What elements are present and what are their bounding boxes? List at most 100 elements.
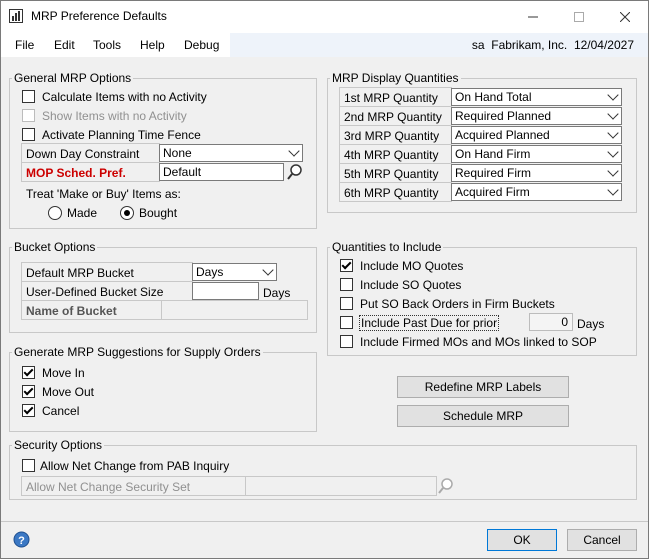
so-quotes-label: Include SO Quotes bbox=[360, 278, 462, 292]
calc-no-activity-label: Calculate Items with no Activity bbox=[42, 90, 207, 104]
display-row-value: On Hand Firm bbox=[455, 147, 531, 161]
general-options-legend: General MRP Options bbox=[14, 71, 132, 85]
ok-button[interactable]: OK bbox=[487, 529, 557, 551]
minimize-icon bbox=[528, 16, 538, 18]
schedule-mrp-button[interactable]: Schedule MRP bbox=[397, 405, 569, 427]
past-due-unit: Days bbox=[577, 317, 605, 331]
lookup-icon[interactable] bbox=[437, 477, 454, 495]
cancel-checkbox[interactable] bbox=[22, 404, 35, 417]
ok-button-label: OK bbox=[513, 533, 531, 547]
firmed-mos-label: Include Firmed MOs and MOs linked to SOP bbox=[360, 335, 597, 349]
window-title: MRP Preference Defaults bbox=[31, 9, 167, 23]
show-no-activity-checkbox[interactable] bbox=[22, 109, 35, 122]
default-bucket-label: Default MRP Bucket bbox=[26, 266, 134, 280]
menu-file[interactable]: File bbox=[15, 38, 34, 52]
display-row-select[interactable]: On Hand Total bbox=[451, 88, 622, 106]
display-row-select[interactable]: Required Planned bbox=[451, 107, 622, 125]
display-row-select[interactable]: Acquired Firm bbox=[451, 183, 622, 201]
bucket-size-unit: Days bbox=[263, 286, 291, 300]
bucket-name-input[interactable] bbox=[161, 300, 308, 320]
menu-help[interactable]: Help bbox=[140, 38, 165, 52]
mrp-preference-window: MRP Preference Defaults File Edit Tools … bbox=[0, 0, 649, 559]
bucket-size-input[interactable] bbox=[192, 282, 259, 300]
chevron-down-icon bbox=[607, 165, 619, 177]
so-quotes-checkbox[interactable] bbox=[340, 278, 353, 291]
display-row-value: Acquired Firm bbox=[455, 185, 530, 199]
bucket-size-label: User-Defined Bucket Size bbox=[26, 285, 164, 299]
menu-edit[interactable]: Edit bbox=[54, 38, 75, 52]
redefine-labels-button[interactable]: Redefine MRP Labels bbox=[397, 376, 569, 398]
firmed-mos-checkbox[interactable] bbox=[340, 335, 353, 348]
display-row-select[interactable]: Required Firm bbox=[451, 164, 622, 182]
down-day-label: Down Day Constraint bbox=[26, 147, 140, 161]
planning-fence-checkbox[interactable] bbox=[22, 128, 35, 141]
calc-no-activity-checkbox[interactable] bbox=[22, 90, 35, 103]
svg-text:?: ? bbox=[18, 535, 25, 547]
chevron-down-icon bbox=[262, 264, 274, 276]
default-bucket-select[interactable]: Days bbox=[192, 263, 277, 281]
chevron-down-icon bbox=[607, 146, 619, 158]
down-day-select[interactable]: None bbox=[159, 144, 303, 162]
lookup-icon[interactable] bbox=[286, 163, 304, 181]
maximize-button[interactable] bbox=[556, 1, 602, 33]
past-due-label: Include Past Due for prior bbox=[359, 315, 500, 331]
close-icon bbox=[620, 12, 630, 22]
move-in-checkbox[interactable] bbox=[22, 366, 35, 379]
allow-net-change-label: Allow Net Change from PAB Inquiry bbox=[40, 459, 230, 473]
display-row-label: 1st MRP Quantity bbox=[344, 91, 438, 105]
suggestions-legend: Generate MRP Suggestions for Supply Orde… bbox=[14, 345, 261, 359]
show-no-activity-label: Show Items with no Activity bbox=[42, 109, 187, 123]
down-day-value: None bbox=[163, 146, 192, 160]
mop-sched-value: Default bbox=[163, 165, 202, 179]
past-due-checkbox[interactable] bbox=[340, 316, 353, 329]
chevron-down-icon bbox=[607, 108, 619, 120]
user-name: sa bbox=[471, 38, 485, 52]
help-icon[interactable]: ? bbox=[13, 531, 30, 548]
cancel-button[interactable]: Cancel bbox=[567, 529, 637, 551]
bucket-name-label: Name of Bucket bbox=[26, 304, 117, 318]
maximize-icon bbox=[574, 12, 584, 22]
default-bucket-value: Days bbox=[196, 265, 224, 279]
move-out-checkbox[interactable] bbox=[22, 385, 35, 398]
user-date: 12/04/2027 bbox=[573, 38, 634, 52]
mo-quotes-checkbox[interactable] bbox=[340, 259, 353, 272]
chevron-down-icon bbox=[607, 184, 619, 196]
app-icon bbox=[9, 9, 23, 23]
so-back-orders-label: Put SO Back Orders in Firm Buckets bbox=[360, 297, 555, 311]
so-back-orders-checkbox[interactable] bbox=[340, 297, 353, 310]
mop-sched-label: MOP Sched. Pref. bbox=[26, 166, 126, 180]
bought-radio[interactable] bbox=[120, 206, 134, 220]
display-row-value: Acquired Planned bbox=[455, 128, 550, 142]
cancel-label: Cancel bbox=[42, 404, 80, 418]
display-row-select[interactable]: On Hand Firm bbox=[451, 145, 622, 163]
bought-label: Bought bbox=[139, 206, 178, 220]
display-row-label: 3rd MRP Quantity bbox=[344, 129, 440, 143]
display-quantities-legend: MRP Display Quantities bbox=[332, 71, 459, 85]
company-info: sa Fabrikam, Inc. 12/04/2027 bbox=[472, 38, 634, 52]
chevron-down-icon bbox=[607, 89, 619, 101]
display-row-value: Required Firm bbox=[455, 166, 532, 180]
display-row-label: 6th MRP Quantity bbox=[344, 186, 439, 200]
display-row-label: 5th MRP Quantity bbox=[344, 167, 439, 181]
display-row-value: Required Planned bbox=[455, 109, 552, 123]
redefine-labels-text: Redefine MRP Labels bbox=[424, 380, 542, 394]
bucket-options-legend: Bucket Options bbox=[14, 240, 96, 254]
chevron-down-icon bbox=[607, 127, 619, 139]
mop-sched-input[interactable]: Default bbox=[159, 163, 284, 181]
made-radio[interactable] bbox=[48, 206, 62, 220]
close-window-button[interactable] bbox=[602, 1, 648, 33]
cancel-button-label: Cancel bbox=[583, 533, 621, 547]
chevron-down-icon bbox=[288, 145, 300, 157]
security-set-input[interactable] bbox=[245, 476, 437, 496]
menu-tools[interactable]: Tools bbox=[93, 38, 121, 52]
display-row-select[interactable]: Acquired Planned bbox=[451, 126, 622, 144]
mo-quotes-label: Include MO Quotes bbox=[360, 259, 464, 273]
menu-debug[interactable]: Debug bbox=[184, 38, 219, 52]
minimize-button[interactable] bbox=[510, 1, 556, 33]
display-row-label: 2nd MRP Quantity bbox=[344, 110, 442, 124]
past-due-days-input[interactable]: 0 bbox=[529, 313, 573, 331]
allow-net-change-checkbox[interactable] bbox=[22, 459, 35, 472]
security-set-label: Allow Net Change Security Set bbox=[26, 480, 191, 494]
planning-fence-label: Activate Planning Time Fence bbox=[42, 128, 201, 142]
make-buy-label: Treat 'Make or Buy' Items as: bbox=[26, 187, 181, 201]
